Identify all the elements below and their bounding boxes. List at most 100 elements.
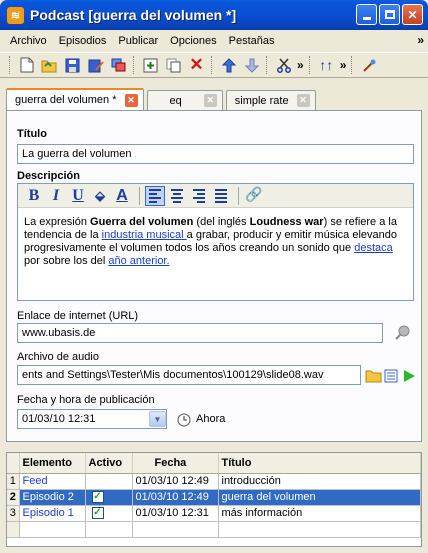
menu-episodios[interactable]: Episodios (53, 35, 113, 47)
link-industria-musical[interactable]: industria musical (102, 229, 187, 241)
tab-close-icon[interactable]: ✕ (203, 94, 217, 107)
element-cell[interactable]: Episodio 2 (19, 489, 86, 506)
insert-link-icon[interactable]: 🔗 (244, 186, 264, 206)
new-file-icon[interactable] (17, 56, 36, 75)
toolbar-overflow-icon-2[interactable]: » (340, 58, 347, 72)
move-up-icon[interactable] (219, 56, 238, 75)
window-title: Podcast [guerra del volumen *] (30, 7, 237, 23)
underline-button[interactable]: U (68, 186, 88, 206)
align-left-icon[interactable] (145, 185, 165, 206)
properties-icon[interactable] (382, 367, 400, 385)
tab-label: guerra del volumen * (15, 94, 117, 106)
episode-panel: Título La guerra del volumen Descripción… (6, 110, 422, 442)
tab-close-icon[interactable]: ✕ (124, 93, 138, 107)
title-cell: guerra del volumen (218, 489, 421, 506)
globe-icon[interactable] (393, 324, 411, 342)
sort-up-icon[interactable]: ↑↑ (317, 56, 336, 75)
toolbar-grip[interactable] (211, 56, 214, 74)
row-number: 1 (7, 473, 20, 490)
table-row[interactable]: 3 Episodio 1 ✓ 01/03/10 12:31 más inform… (7, 505, 421, 522)
menu-overflow-button[interactable]: » (417, 33, 424, 47)
desc-bold: Loudness war (249, 216, 324, 228)
windows-icon[interactable] (109, 56, 128, 75)
column-header-elemento[interactable]: Elemento (19, 453, 86, 474)
menu-opciones[interactable]: Opciones (164, 35, 222, 47)
font-color-button[interactable]: A (112, 186, 132, 206)
menu-pestanas[interactable]: Pestañas (223, 35, 281, 47)
browse-folder-icon[interactable] (364, 367, 382, 385)
link-ano-anterior[interactable]: año anterior. (108, 255, 169, 267)
tab-label: eq (169, 94, 182, 107)
description-text[interactable]: La expresión Guerra del volumen (del ing… (18, 208, 413, 276)
maximize-button[interactable] (379, 4, 400, 25)
toolbar: ✕ » ↑↑ » (0, 52, 428, 78)
chevron-down-icon[interactable]: ▼ (149, 411, 166, 427)
row-number: 2 (7, 489, 20, 506)
toolbar-grip[interactable] (266, 56, 269, 74)
table-row-empty[interactable] (7, 521, 421, 538)
toolbar-overflow-icon[interactable]: » (297, 58, 304, 72)
column-header-fecha[interactable]: Fecha (132, 453, 219, 474)
tab-simple-rate[interactable]: simple rate ✕ (225, 90, 316, 110)
link-destaca[interactable]: destaca (354, 242, 393, 254)
menu-archivo[interactable]: Archivo (4, 35, 53, 47)
delete-icon[interactable]: ✕ (187, 55, 206, 75)
save-icon[interactable] (63, 56, 82, 75)
toolbar-grip[interactable] (308, 56, 312, 74)
tab-eq[interactable]: eq ✕ (146, 90, 223, 110)
title-bar[interactable]: ≋ Podcast [guerra del volumen *] ✕ (0, 0, 428, 30)
tab-guerra-del-volumen[interactable]: guerra del volumen * ✕ (6, 88, 144, 110)
align-right-icon[interactable] (189, 186, 209, 206)
element-cell[interactable]: Episodio 1 (19, 505, 86, 522)
table-row[interactable]: 1 Feed 01/03/10 12:49 introducción (7, 473, 421, 490)
play-icon[interactable] (400, 367, 418, 385)
desc-bold: Guerra del volumen (90, 216, 194, 228)
episodes-table[interactable]: Elemento Activo Fecha Título 1 Feed 01/0… (6, 452, 422, 547)
toolbar-grip[interactable] (133, 56, 136, 74)
justify-icon[interactable] (211, 186, 231, 206)
minimize-button[interactable] (356, 4, 377, 25)
column-header-activo[interactable]: Activo (85, 453, 133, 474)
active-cell[interactable] (85, 473, 133, 490)
date-cell: 01/03/10 12:31 (132, 505, 219, 522)
title-input[interactable]: La guerra del volumen (17, 144, 414, 164)
date-picker[interactable]: 01/03/10 12:31 (17, 409, 167, 429)
description-editor[interactable]: B I U ⬙ A 🔗 La expresión Guerra del volu… (17, 183, 414, 301)
date-cell: 01/03/10 12:49 (132, 489, 219, 506)
publish-icon[interactable] (359, 56, 378, 75)
desc-text: (del inglés (193, 216, 250, 228)
toolbar-grip[interactable] (9, 56, 12, 74)
row-number: 3 (7, 505, 20, 522)
active-checkbox[interactable]: ✓ (91, 507, 104, 520)
align-center-icon[interactable] (167, 186, 187, 206)
audio-input[interactable]: ents and Settings\Tester\Mis documentos\… (17, 365, 361, 385)
element-cell[interactable]: Feed (19, 473, 86, 490)
edit-image-icon[interactable] (86, 56, 105, 75)
menu-publicar[interactable]: Publicar (112, 35, 164, 47)
italic-button[interactable]: I (46, 186, 66, 206)
fill-color-icon[interactable]: ⬙ (90, 186, 110, 206)
tab-close-icon[interactable]: ✕ (296, 94, 310, 107)
toolbar-grip[interactable] (351, 56, 354, 74)
copy-icon[interactable] (164, 56, 183, 75)
url-input[interactable]: www.ubasis.de (17, 323, 383, 343)
column-header-titulo[interactable]: Título (218, 453, 421, 474)
add-episode-icon[interactable] (141, 56, 160, 75)
date-label: Fecha y hora de publicación (17, 394, 155, 406)
table-row[interactable]: 2 Episodio 2 ✓ 01/03/10 12:49 guerra del… (7, 489, 421, 506)
tab-label: simple rate (234, 94, 289, 107)
active-checkbox[interactable]: ✓ (91, 491, 104, 504)
open-folder-icon[interactable] (40, 56, 59, 75)
close-button[interactable]: ✕ (402, 4, 423, 25)
tab-strip: guerra del volumen * ✕ eq ✕ simple rate … (0, 88, 428, 110)
empty-cell (218, 521, 421, 538)
active-cell[interactable]: ✓ (85, 489, 133, 506)
cut-icon[interactable] (274, 56, 293, 75)
now-label[interactable]: Ahora (196, 413, 225, 425)
clock-icon[interactable] (175, 411, 193, 429)
title-cell: más información (218, 505, 421, 522)
bold-button[interactable]: B (24, 186, 44, 206)
empty-cell (132, 521, 219, 538)
move-down-icon[interactable] (242, 56, 261, 75)
active-cell[interactable]: ✓ (85, 505, 133, 522)
